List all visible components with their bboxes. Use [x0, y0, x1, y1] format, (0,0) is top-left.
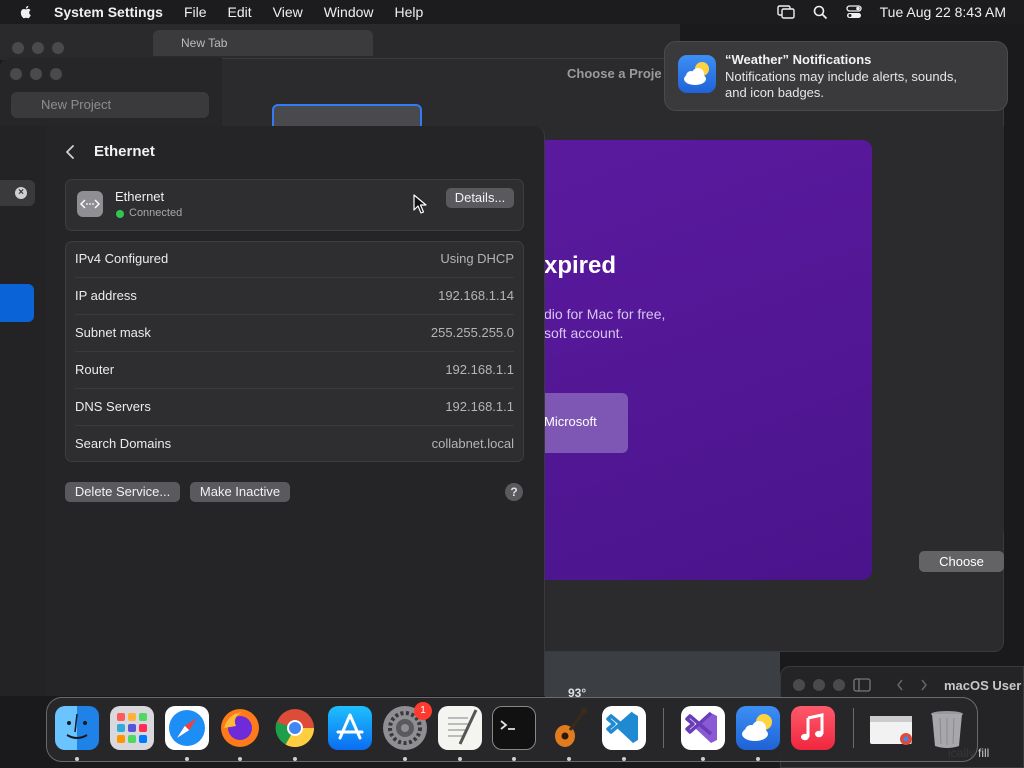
chevron-right-icon[interactable]: [919, 678, 929, 692]
license-card: [530, 140, 872, 580]
firefox-icon[interactable]: [218, 706, 262, 750]
chrome-window-thumbnail-icon[interactable]: [868, 706, 912, 750]
row-value: 255.255.255.0: [430, 325, 514, 340]
chrome-icon[interactable]: [273, 706, 317, 750]
weather-app-icon: [678, 55, 716, 93]
vs-right-panel: [872, 126, 1004, 532]
garageband-icon[interactable]: [547, 706, 591, 750]
clear-search-icon[interactable]: ×: [15, 187, 27, 199]
weather-icon[interactable]: [736, 706, 780, 750]
launchpad-icon[interactable]: [110, 706, 154, 750]
safari-icon[interactable]: [165, 706, 209, 750]
row-value: 192.168.1.1: [445, 362, 514, 377]
back-chevron-icon[interactable]: [63, 144, 77, 160]
dock-separator: [663, 708, 664, 748]
menu-help[interactable]: Help: [395, 4, 424, 20]
search-icon[interactable]: [813, 5, 828, 20]
finder-window-title: macOS User: [944, 678, 1022, 693]
menu-edit[interactable]: Edit: [228, 4, 252, 20]
make-inactive-button[interactable]: Make Inactive: [190, 482, 290, 502]
info-row-ipv4-configured[interactable]: IPv4 Configured Using DHCP: [65, 241, 524, 278]
license-text-line2: soft account.: [544, 325, 624, 341]
menu-view[interactable]: View: [273, 4, 303, 20]
info-row-dns-servers: DNS Servers 192.168.1.1: [65, 389, 524, 426]
vs-search-input[interactable]: New Project: [11, 92, 209, 118]
row-label: Subnet mask: [75, 325, 151, 340]
finder-traffic-lights[interactable]: [793, 679, 845, 691]
service-name: Ethernet: [115, 189, 165, 204]
details-button[interactable]: Details...: [446, 188, 514, 208]
menu-file[interactable]: File: [184, 4, 207, 20]
trash-icon[interactable]: [925, 706, 969, 750]
menu-app-name[interactable]: System Settings: [54, 4, 163, 20]
help-button[interactable]: ?: [505, 483, 523, 501]
sidebar-toggle-icon[interactable]: [853, 678, 871, 692]
info-row-ip-address: IP address 192.168.1.14: [65, 278, 524, 315]
dock-separator: [853, 708, 854, 748]
row-value: 192.168.1.1: [445, 399, 514, 414]
browser-tab-title: New Tab: [181, 36, 228, 50]
notification-body-line1: Notifications may include alerts, sounds…: [725, 69, 957, 84]
sidebar-search-field[interactable]: ×: [0, 180, 35, 206]
row-label: IP address: [75, 288, 137, 303]
running-indicator: [403, 757, 407, 761]
notification-body-line2: and icon badges.: [725, 85, 825, 100]
running-indicator: [458, 757, 462, 761]
vs-window-title: Choose a Proje: [567, 66, 662, 81]
menu-clock[interactable]: Tue Aug 22 8:43 AM: [880, 4, 1006, 20]
license-heading: xpired: [544, 252, 617, 279]
vs-selected-tab[interactable]: [272, 104, 422, 128]
row-value: collabnet.local: [431, 436, 514, 451]
row-label: DNS Servers: [75, 399, 151, 414]
control-center-icon[interactable]: [845, 5, 862, 19]
chevron-left-icon[interactable]: [895, 678, 905, 692]
menu-bar: System Settings File Edit View Window He…: [0, 0, 1024, 24]
apple-icon[interactable]: [18, 4, 34, 20]
music-icon[interactable]: [791, 706, 835, 750]
notification-badge: 1: [414, 702, 432, 720]
notification-title: “Weather” Notifications: [725, 52, 872, 67]
settings-sidebar: [0, 126, 46, 696]
service-status: Connected: [129, 207, 183, 219]
finder-icon[interactable]: [55, 706, 99, 750]
info-row-subnet-mask: Subnet mask 255.255.255.0: [65, 315, 524, 352]
row-label: Router: [75, 362, 115, 377]
running-indicator: [238, 757, 242, 761]
textedit-icon[interactable]: [438, 706, 482, 750]
ethernet-icon: [77, 191, 103, 217]
running-indicator: [701, 757, 705, 761]
delete-service-button[interactable]: Delete Service...: [65, 482, 180, 502]
choose-button[interactable]: Choose: [919, 551, 1004, 572]
screen-mirroring-icon[interactable]: [776, 5, 795, 19]
connected-status-dot: [116, 210, 124, 218]
running-indicator: [567, 757, 571, 761]
running-indicator: [512, 757, 516, 761]
running-indicator: [75, 757, 79, 761]
app-store-icon[interactable]: [328, 706, 372, 750]
sidebar-item-network[interactable]: [0, 284, 34, 322]
visual-studio-icon[interactable]: [681, 706, 725, 750]
vs-traffic-lights[interactable]: [10, 68, 62, 80]
vscode-icon[interactable]: [602, 706, 646, 750]
row-label: IPv4 Configured: [75, 251, 169, 266]
running-indicator: [185, 757, 189, 761]
running-indicator: [293, 757, 297, 761]
row-value: 192.168.1.14: [438, 288, 514, 303]
running-indicator: [622, 757, 626, 761]
mouse-cursor-icon: [413, 194, 427, 214]
info-row-router: Router 192.168.1.1: [65, 352, 524, 389]
running-indicator: [756, 757, 760, 761]
browser-tab[interactable]: New Tab: [153, 30, 373, 56]
license-text-line1: dio for Mac for free,: [544, 306, 666, 322]
page-title: Ethernet: [94, 143, 155, 160]
info-row-search-domains: Search Domains collabnet.local: [65, 426, 524, 463]
terminal-icon[interactable]: [492, 706, 536, 750]
browser-traffic-lights[interactable]: [12, 42, 64, 54]
menu-window[interactable]: Window: [324, 4, 374, 20]
row-value: Using DHCP: [440, 251, 514, 266]
row-label: Search Domains: [75, 436, 172, 451]
